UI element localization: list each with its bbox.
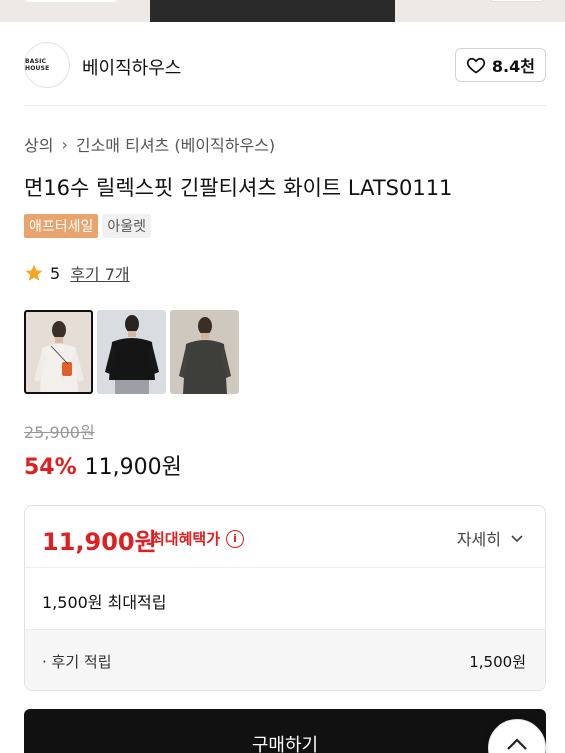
review-points-label: · 후기 적립: [42, 653, 112, 671]
product-title: 면16수 릴렉스핏 긴팔티셔츠 화이트 LATS0111: [24, 176, 453, 200]
max-points-text: 1,500원 최대적립: [42, 593, 167, 612]
sale-price-row: 54% 11,900원: [24, 449, 182, 481]
product-badges: 애프터세일 아울렛: [24, 214, 152, 238]
breadcrumb: 상의 › 긴소매 티셔츠 (베이직하우스): [24, 132, 275, 156]
badge-outlet: 아울렛: [102, 214, 152, 238]
max-points-row: 1,500원 최대적립: [25, 568, 545, 630]
white-shirt-image: [24, 310, 93, 394]
badge-after-sale: 애프터세일: [24, 214, 99, 238]
detail-toggle[interactable]: 자세히: [457, 526, 525, 550]
max-benefit-label-group: 최대혜택가 i: [151, 528, 245, 549]
benefit-header[interactable]: 11,900원 최대혜택가 i 자세히: [25, 506, 545, 568]
benefit-box: 11,900원 최대혜택가 i 자세히 1,500원 최대적립 · 후기 적립 …: [24, 505, 546, 691]
breadcrumb-category[interactable]: 상의: [24, 132, 53, 156]
star-icon: [25, 264, 43, 281]
rating-score: 5: [50, 263, 61, 283]
discount-percent: 54%: [24, 455, 77, 480]
brand-row: BASIC HOUSE 베이직하우스 8.4천: [24, 42, 546, 88]
charcoal-shirt-image: [170, 310, 239, 394]
image-overlay-pill-right[interactable]: [488, 0, 546, 2]
original-price: 25,900원: [24, 423, 95, 442]
info-icon[interactable]: i: [226, 529, 245, 548]
brand-like-button[interactable]: 8.4천: [454, 48, 546, 82]
review-points-value: 1,500원: [469, 653, 526, 671]
buy-button-label: 구매하기: [251, 735, 319, 753]
like-count: 8.4천: [491, 57, 535, 76]
product-image-strip: [0, 0, 565, 22]
max-benefit-price: 11,900원: [42, 528, 157, 556]
black-shirt-thumb[interactable]: [97, 310, 166, 394]
chevron-up-icon: [507, 738, 527, 750]
divider: [24, 105, 546, 106]
breadcrumb-subcategory[interactable]: 긴소매 티셔츠 (베이직하우스): [76, 132, 275, 156]
reviews-link[interactable]: 후기 7개: [70, 261, 129, 285]
chevron-right-icon: ›: [61, 134, 68, 154]
buy-button[interactable]: 구매하기: [24, 709, 546, 753]
max-benefit-label: 최대혜택가: [151, 530, 221, 548]
brand-logo[interactable]: BASIC HOUSE: [24, 42, 70, 88]
charcoal-shirt-thumb[interactable]: [170, 310, 239, 394]
white-shirt-thumb[interactable]: [24, 310, 93, 394]
rating: 5 후기 7개: [24, 261, 130, 285]
heart-icon: [466, 57, 486, 74]
sale-price: 11,900원: [84, 455, 182, 480]
chevron-down-icon: [511, 535, 523, 543]
color-thumbnails: [24, 310, 239, 394]
black-shirt-image: [97, 310, 166, 394]
review-points-row: · 후기 적립 1,500원: [25, 630, 545, 690]
detail-label: 자세히: [456, 530, 501, 549]
product-image-bottom: [150, 0, 395, 22]
image-overlay-pill-left[interactable]: [24, 0, 119, 2]
brand-name[interactable]: 베이직하우스: [82, 54, 181, 80]
